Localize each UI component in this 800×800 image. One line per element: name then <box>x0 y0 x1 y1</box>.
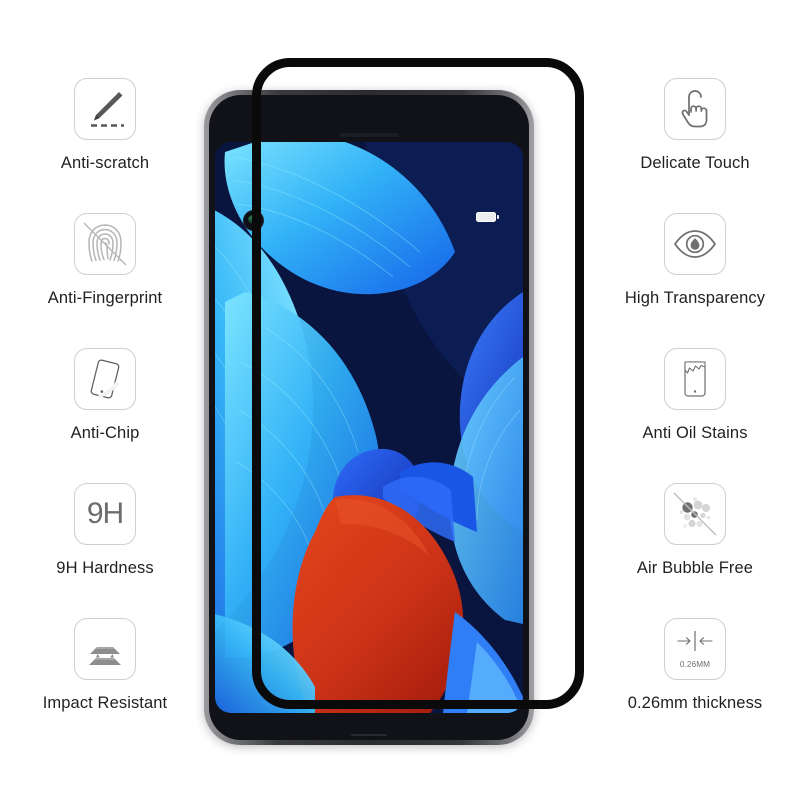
nine-h-icon-text: 9H <box>86 497 124 530</box>
fingerprint-slashed-icon <box>74 213 136 275</box>
thickness-caliper-icon: 0.26MM <box>664 618 726 680</box>
feature-air-bubble-free: Air Bubble Free <box>590 483 800 578</box>
earpiece-speaker <box>339 133 399 137</box>
feature-anti-oil-stains: Anti Oil Stains <box>590 348 800 443</box>
feature-label: Air Bubble Free <box>636 559 754 577</box>
tilted-glass-panel-icon <box>74 348 136 410</box>
feature-label: Impact Resistant <box>42 694 168 712</box>
feature-label: High Transparency <box>624 289 766 307</box>
punch-hole-camera-icon <box>243 210 264 231</box>
feature-label: 0.26mm thickness <box>627 694 763 712</box>
caliper-arrows-icon <box>677 631 713 651</box>
phone-screen: 03:08 Sun, Sep 1 <box>215 142 523 713</box>
feature-anti-fingerprint: Anti-Fingerprint <box>0 213 210 308</box>
bubbles-slashed-icon <box>664 483 726 545</box>
eye-icon <box>664 213 726 275</box>
nine-h-icon: 9H <box>74 483 136 545</box>
tapping-hand-icon <box>664 78 726 140</box>
feature-label: Anti-Chip <box>70 424 140 442</box>
feature-thickness: 0.26MM 0.26mm thickness <box>590 618 800 713</box>
feature-column-right: Delicate Touch High Transparency Anti Oi… <box>590 0 800 800</box>
feature-label: 9H Hardness <box>56 559 154 577</box>
phone-body: 03:08 Sun, Sep 1 <box>204 90 534 745</box>
feature-high-transparency: High Transparency <box>590 213 800 308</box>
feature-9h-hardness: 9H 9H Hardness <box>0 483 210 578</box>
feature-delicate-touch: Delicate Touch <box>590 78 800 173</box>
feature-label: Anti-Fingerprint <box>47 289 163 307</box>
feature-anti-chip: Anti-Chip <box>0 348 210 443</box>
thickness-icon-text: 0.26MM <box>679 660 711 669</box>
feature-label: Anti Oil Stains <box>642 424 748 442</box>
feature-anti-scratch: Anti-scratch <box>0 78 210 173</box>
knife-scratch-icon <box>74 78 136 140</box>
phone-with-screen-protector: 03:08 Sun, Sep 1 <box>196 58 584 758</box>
stacked-layers-icon <box>74 618 136 680</box>
phone-oil-stain-icon <box>664 348 726 410</box>
feature-label: Delicate Touch <box>640 154 750 172</box>
feature-impact-resistant: Impact Resistant <box>0 618 210 713</box>
feature-column-left: Anti-scratch Anti-Fingerprint Anti-Chip … <box>0 0 210 800</box>
battery-icon <box>476 212 499 222</box>
feature-label: Anti-scratch <box>60 154 150 172</box>
